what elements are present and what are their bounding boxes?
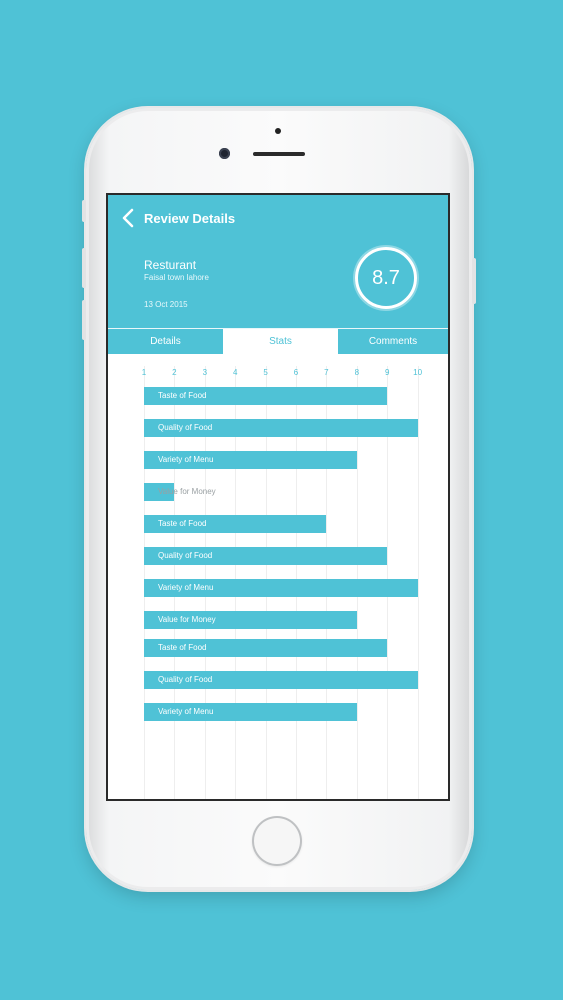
front-camera [219, 148, 230, 159]
bar-label: Quality of Food [158, 423, 213, 432]
x-tick-label: 8 [354, 368, 360, 377]
silent-switch [82, 200, 86, 222]
tab-comments[interactable]: Comments [338, 329, 448, 355]
bar-label: Variety of Menu [158, 583, 214, 592]
proximity-sensor [275, 128, 281, 134]
place-address: Faisal town lahore [144, 273, 209, 282]
x-tick-label: 6 [293, 368, 299, 377]
home-button[interactable] [252, 816, 302, 866]
x-tick-label: 3 [202, 368, 208, 377]
gridline [417, 366, 419, 799]
tab-stats[interactable]: Stats [223, 329, 338, 355]
volume-down-button [82, 300, 86, 340]
x-tick-label: 9 [384, 368, 390, 377]
phone-frame: Review Details Resturant Faisal town lah… [82, 108, 476, 890]
bar-label: Quality of Food [158, 675, 213, 684]
x-tick-label: 1 [141, 368, 147, 377]
x-tick-label: 2 [172, 368, 177, 377]
x-tick-label: 4 [232, 368, 238, 377]
review-date: 13 Oct 2015 [144, 300, 188, 309]
x-tick-label: 7 [324, 368, 329, 377]
bar-label: Value for Money [158, 615, 216, 624]
earpiece-speaker [253, 152, 305, 156]
tab-bar: Details Stats Comments [108, 328, 448, 355]
bar-label: Variety of Menu [158, 707, 214, 716]
bar-label: Taste of Food [158, 643, 207, 652]
x-tick-label: 10 [413, 368, 423, 377]
power-button [472, 258, 476, 304]
back-chevron-icon[interactable] [120, 208, 136, 228]
tab-details[interactable]: Details [108, 329, 223, 355]
volume-up-button [82, 248, 86, 288]
bar-label: Value for Money [158, 487, 216, 496]
bar-label: Quality of Food [158, 551, 213, 560]
page-title: Review Details [144, 211, 236, 226]
place-name: Resturant [144, 258, 197, 272]
score-value: 8.7 [372, 267, 400, 289]
bar-label: Variety of Menu [158, 455, 214, 464]
app-screen: Review Details Resturant Faisal town lah… [108, 195, 448, 799]
score-ring: 8.7 [355, 247, 417, 309]
x-tick-label: 5 [263, 368, 268, 377]
bar-label: Taste of Food [158, 391, 207, 400]
stats-chart: 1 2 3 4 5 6 7 8 9 10 Taste of Food Quality of Food V… [108, 354, 448, 799]
review-header: Review Details Resturant Faisal town lah… [108, 195, 448, 355]
bar-label: Taste of Food [158, 519, 207, 528]
